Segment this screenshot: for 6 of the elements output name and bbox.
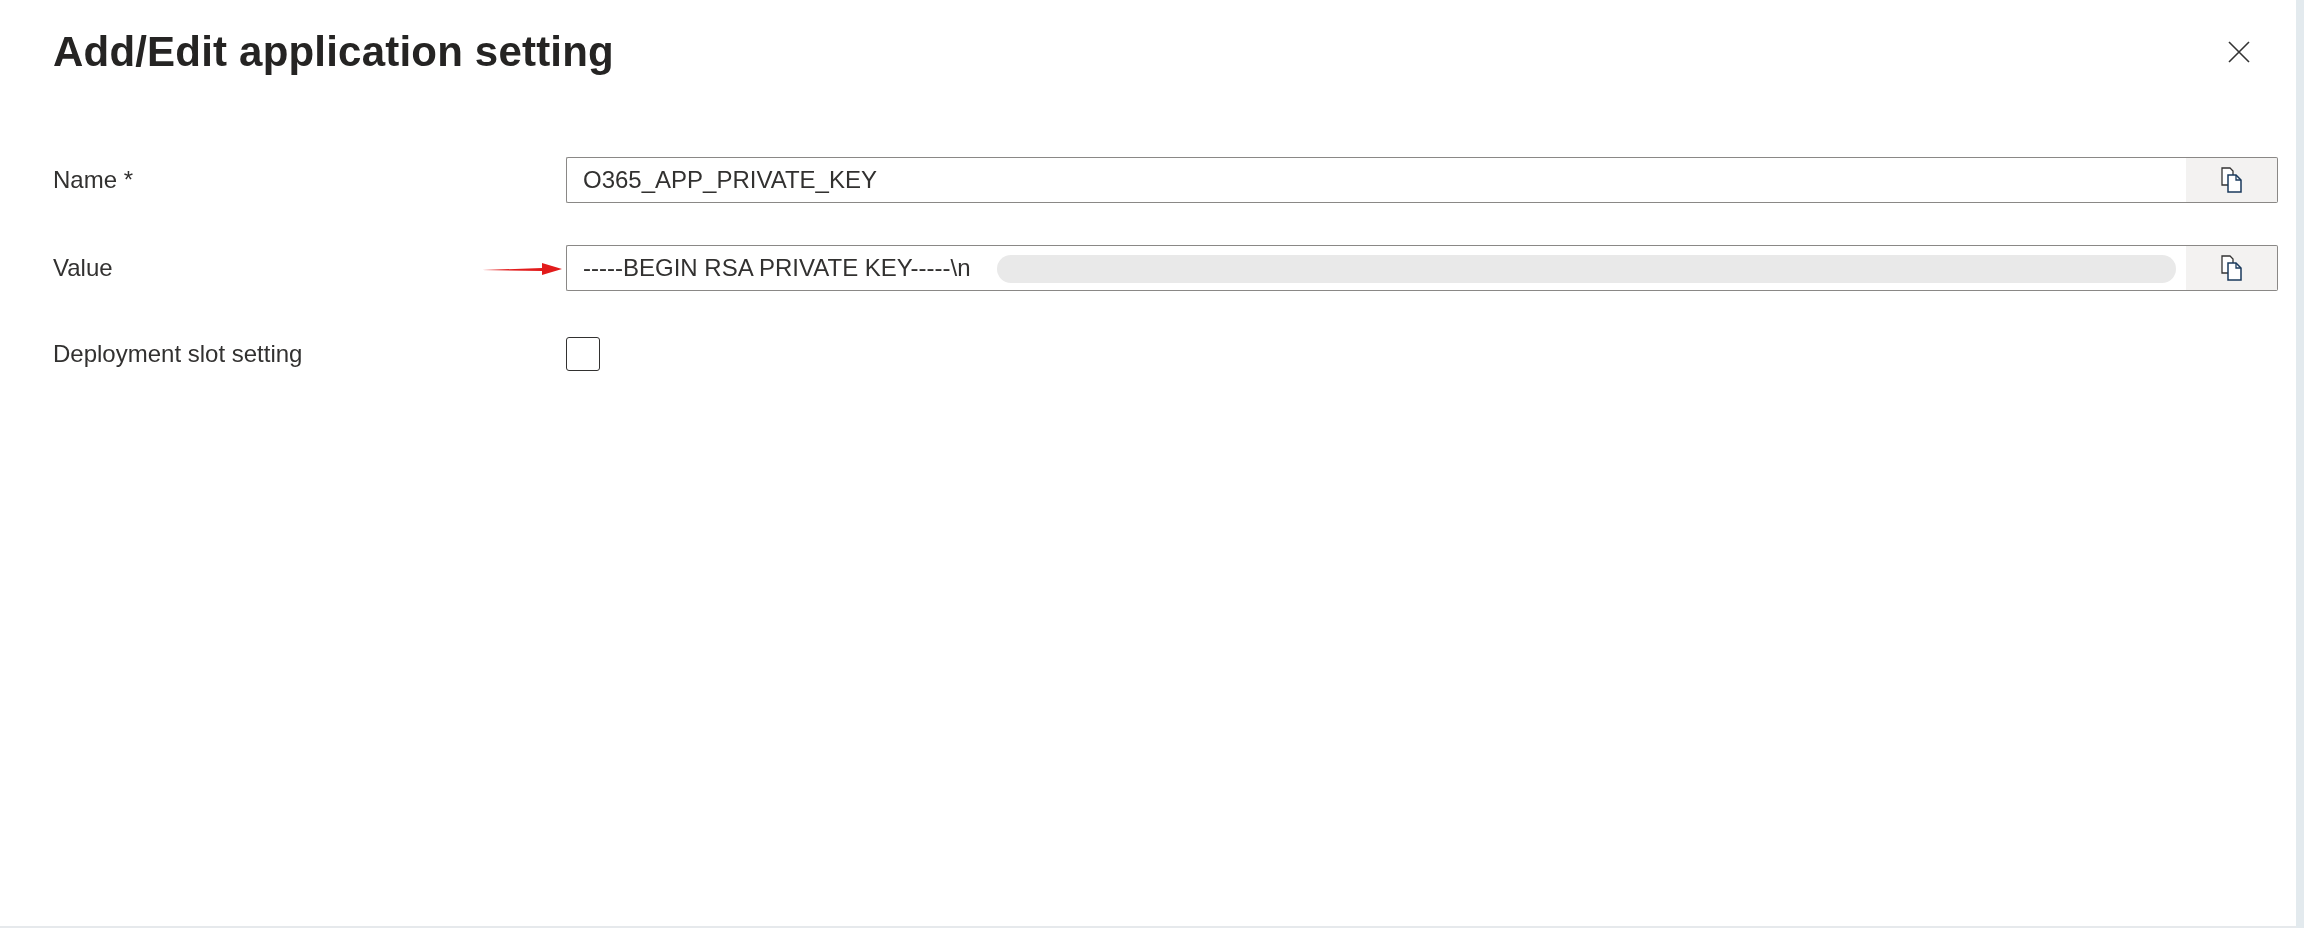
- checkbox[interactable]: [566, 337, 600, 371]
- field-label: Value: [53, 254, 114, 282]
- field-label: Name *: [53, 166, 135, 194]
- dialog-title: Add/Edit application setting: [53, 28, 614, 76]
- close-icon[interactable]: [2228, 41, 2250, 63]
- field-label: Deployment slot setting: [53, 340, 304, 368]
